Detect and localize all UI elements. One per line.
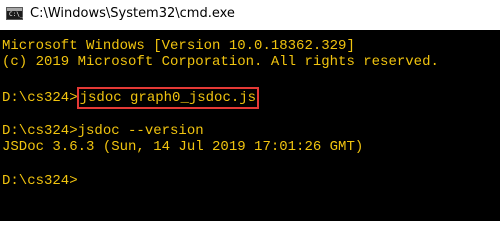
title-bar[interactable]: C:\_ C:\Windows\System32\cmd.exe [0,0,500,30]
console-line: JSDoc 3.6.3 (Sun, 14 Jul 2019 17:01:26 G… [2,139,364,155]
console-line: D:\cs324>jsdoc --version [2,123,204,139]
window-title: C:\Windows\System32\cmd.exe [30,6,235,21]
console-prompt: D:\cs324> [2,90,78,106]
console-line: Microsoft Windows [Version 10.0.18362.32… [2,38,355,54]
highlighted-command: jsdoc graph0_jsdoc.js [76,87,260,109]
console-prompt-current[interactable]: D:\cs324> [2,173,78,189]
console-output[interactable]: Microsoft Windows [Version 10.0.18362.32… [0,34,500,221]
icon-glyph: C:\_ [9,11,24,18]
console-line: (c) 2019 Microsoft Corporation. All righ… [2,54,439,70]
cmd-window: C:\_ C:\Windows\System32\cmd.exe Microso… [0,0,500,221]
console-line-highlighted: D:\cs324> jsdoc graph0_jsdoc.js [2,87,260,109]
cmd-icon: C:\_ [6,7,23,20]
